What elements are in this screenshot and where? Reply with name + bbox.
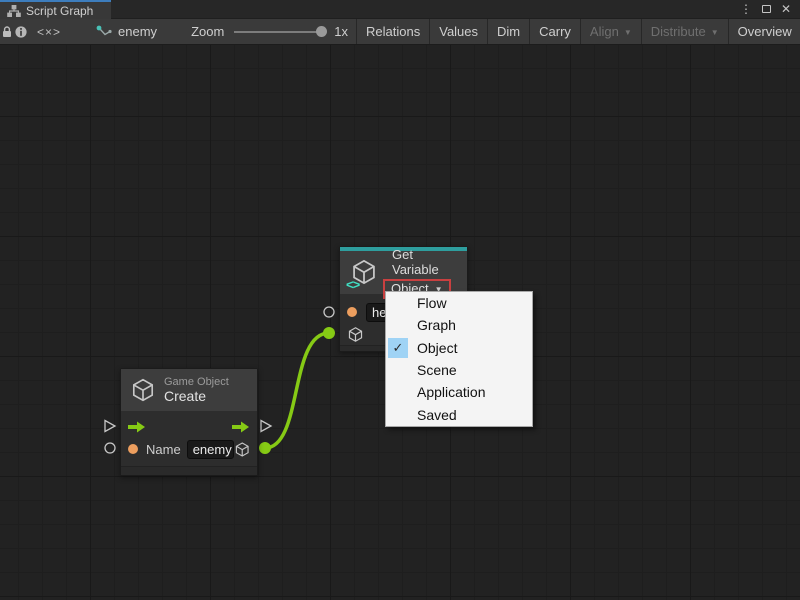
script-graph-window: Script Graph ⋮ ✕ <×>	[0, 0, 800, 600]
create-flow-output-port[interactable]	[261, 421, 271, 432]
variable-cube-icon: <>	[346, 255, 380, 291]
name-port-row: Name enemy	[121, 438, 257, 460]
info-button[interactable]	[14, 19, 28, 44]
create-gameobject-output-port[interactable]	[259, 442, 271, 454]
menu-item-object[interactable]: ✓ Object	[386, 337, 532, 359]
window-menu-icon[interactable]: ⋮	[738, 1, 754, 17]
checkmark-icon: ✓	[388, 338, 408, 358]
values-button[interactable]: Values	[430, 19, 487, 44]
node-header: Game Object Create	[121, 369, 257, 411]
close-icon[interactable]: ✕	[778, 1, 794, 17]
create-flow-input-port[interactable]	[105, 421, 115, 432]
zoom-control: Zoom 1x	[191, 19, 356, 44]
zoom-slider-track	[234, 31, 323, 33]
angle-brackets-button[interactable]: <×>	[28, 19, 70, 44]
gameobject-cube-icon[interactable]	[234, 441, 250, 458]
dim-button[interactable]: Dim	[488, 19, 529, 44]
lock-button[interactable]	[0, 19, 14, 44]
node-footer	[121, 466, 257, 475]
carry-button[interactable]: Carry	[530, 19, 580, 44]
connection-wire[interactable]	[265, 333, 329, 448]
name-input-field[interactable]: enemy	[187, 440, 234, 459]
gameobject-cube-icon	[130, 377, 156, 403]
menu-item-scene[interactable]: Scene	[386, 359, 532, 381]
port-label: Name	[146, 442, 181, 457]
node-category: Game Object	[164, 376, 229, 388]
overview-button[interactable]: Overview	[729, 19, 800, 44]
window-controls: ⋮ ✕	[738, 0, 800, 18]
tab-title: Script Graph	[26, 4, 93, 18]
getvariable-name-input-port[interactable]	[324, 307, 334, 317]
string-port-dot[interactable]	[347, 307, 357, 317]
zoom-value: 1x	[334, 24, 348, 39]
flow-port-row	[121, 416, 257, 438]
string-port-dot[interactable]	[128, 444, 138, 454]
node-body: Name enemy	[121, 411, 257, 466]
create-name-input-port[interactable]	[105, 443, 115, 453]
toolbar-buttons: Relations Values Dim Carry Align ▼ Distr…	[356, 19, 800, 44]
create-gameobject-node[interactable]: Game Object Create Name enemy	[120, 368, 258, 476]
zoom-slider-handle[interactable]	[316, 26, 327, 37]
graph-canvas[interactable]: <> Get Variable Object ▼ he	[0, 45, 800, 600]
menu-item-saved[interactable]: Saved	[386, 404, 532, 426]
flow-out-arrow-icon[interactable]	[232, 421, 250, 433]
info-icon	[14, 25, 28, 39]
menu-item-application[interactable]: Application	[386, 381, 532, 403]
node-header: <> Get Variable Object ▼	[340, 251, 467, 294]
relations-button[interactable]: Relations	[357, 19, 429, 44]
zoom-slider[interactable]	[234, 19, 327, 45]
graph-toolbar: <×> enemy Zoom 1x Relations Values	[0, 19, 800, 45]
code-brackets-icon: <>	[346, 277, 359, 292]
lock-icon	[0, 25, 14, 39]
title-bar: Script Graph ⋮ ✕	[0, 0, 800, 19]
node-title: Create	[164, 388, 229, 404]
menu-item-flow[interactable]: Flow	[386, 292, 532, 314]
menu-item-graph[interactable]: Graph	[386, 314, 532, 336]
angle-brackets-icon: <×>	[37, 25, 61, 39]
chevron-down-icon: ▼	[624, 28, 632, 37]
distribute-button[interactable]: Distribute ▼	[642, 19, 728, 44]
scope-context-menu: Flow Graph ✓ Object Scene Application Sa…	[385, 291, 533, 427]
breadcrumb[interactable]: enemy	[92, 19, 161, 44]
gameobject-cube-icon[interactable]	[347, 326, 364, 343]
align-button[interactable]: Align ▼	[581, 19, 641, 44]
zoom-label: Zoom	[191, 24, 224, 39]
hierarchy-icon	[7, 5, 21, 17]
node-title: Get Variable	[392, 247, 461, 277]
graph-icon	[96, 25, 112, 39]
chevron-down-icon: ▼	[711, 28, 719, 37]
flow-in-arrow-icon[interactable]	[128, 421, 146, 433]
breadcrumb-label: enemy	[118, 24, 157, 39]
getvariable-source-input-port[interactable]	[323, 327, 335, 339]
tab-script-graph[interactable]: Script Graph	[0, 0, 111, 19]
maximize-icon[interactable]	[758, 1, 774, 17]
